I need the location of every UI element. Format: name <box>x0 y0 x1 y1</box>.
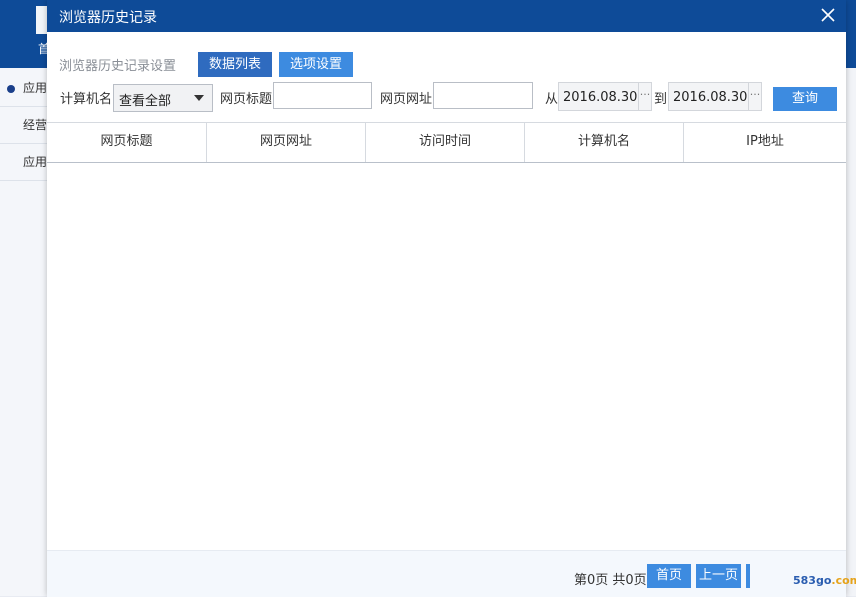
query-button[interactable]: 查询 <box>773 87 837 111</box>
from-date-field[interactable]: 2016.08.30 ··· <box>558 82 652 111</box>
page-title-label: 网页标题 <box>220 92 273 107</box>
page-title-input[interactable] <box>273 82 372 109</box>
history-table-header: 网页标题 网页网址 访问时间 计算机名 IP地址 <box>47 122 846 163</box>
tab-data-list[interactable]: 数据列表 <box>198 52 273 77</box>
date-picker-icon[interactable]: ··· <box>748 83 761 110</box>
first-page-button[interactable]: 首页 <box>647 564 691 588</box>
settings-section-label: 浏览器历史记录设置 <box>59 59 177 74</box>
sidebar-item-business[interactable]: 经营 <box>0 107 47 144</box>
page-url-label: 网页网址 <box>380 92 433 107</box>
sidebar-item-app-1[interactable]: 应用 <box>0 70 47 107</box>
from-label: 从 <box>545 92 559 107</box>
pagination-bar: 第0页 共0页 首页 上一页 <box>47 550 846 597</box>
to-date-field[interactable]: 2016.08.30 ··· <box>668 82 762 111</box>
page-info: 第0页 共0页 <box>574 573 647 588</box>
column-header-page-url[interactable]: 网页网址 <box>207 123 366 162</box>
close-icon[interactable] <box>818 5 838 25</box>
computer-name-select[interactable]: 查看全部 <box>113 84 213 112</box>
to-date-value: 2016.08.30 <box>673 90 748 105</box>
active-dot-icon <box>7 85 15 93</box>
dialog-titlebar[interactable]: 浏览器历史记录 <box>47 0 846 32</box>
tab-option-settings[interactable]: 选项设置 <box>279 52 354 77</box>
prev-page-button[interactable]: 上一页 <box>696 564 741 588</box>
history-table-body <box>47 162 846 550</box>
app-header-right <box>846 0 856 68</box>
from-date-value: 2016.08.30 <box>563 90 638 105</box>
column-header-computer-name[interactable]: 计算机名 <box>525 123 684 162</box>
site-watermark: 583go.com <box>793 574 856 587</box>
dialog-title: 浏览器历史记录 <box>59 10 157 26</box>
computer-name-select-value: 查看全部 <box>119 94 172 109</box>
page-url-input[interactable] <box>433 82 533 109</box>
app-right-edge <box>846 0 856 596</box>
sidebar-item-app-2[interactable]: 应用 <box>0 144 47 181</box>
column-header-visit-time[interactable]: 访问时间 <box>366 123 525 162</box>
app-sidebar: 应用 经营 应用 <box>0 68 47 596</box>
next-page-button[interactable] <box>746 564 750 588</box>
browser-history-dialog: 浏览器历史记录 浏览器历史记录设置 数据列表 选项设置 计算机名 查看全部 网页… <box>47 0 846 597</box>
computer-name-label: 计算机名 <box>60 92 113 107</box>
column-header-ip-address[interactable]: IP地址 <box>684 123 846 162</box>
column-header-page-title[interactable]: 网页标题 <box>47 123 207 162</box>
to-label: 到 <box>654 92 668 107</box>
chevron-down-icon <box>194 95 204 101</box>
date-picker-icon[interactable]: ··· <box>638 83 651 110</box>
